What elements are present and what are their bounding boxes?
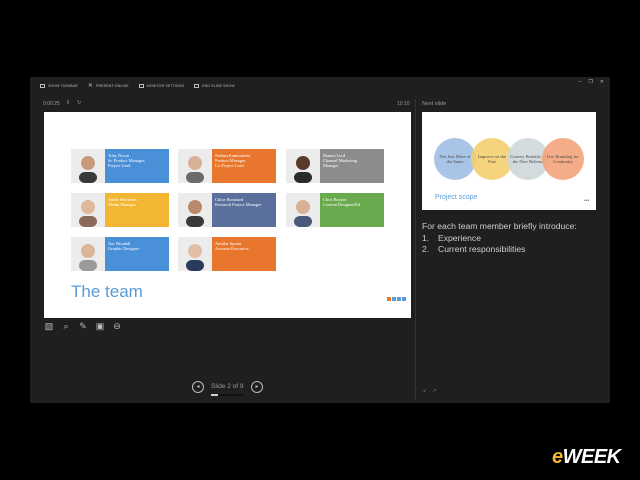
shrink-notes-icon[interactable]: ↙ [423,388,427,394]
dot [387,297,391,301]
team-member-card: Chloe Brouhard Research Project Manager [178,193,276,227]
present-online-button[interactable]: ✕ PRESENT ONLINE [88,77,129,95]
see-all-slides-icon[interactable]: ▧ [44,321,54,331]
slide-title: The team [71,282,143,301]
member-tile: Nathan Kaminaletta Product Manager, Co P… [212,149,276,183]
member-tile: Toby Nixon Sr. Product Manager, Project … [105,149,169,183]
notes-intro: For each team member briefly introduce: [422,221,577,231]
dot [397,297,401,301]
member-tile: Rianna Lord Channel Marketing Manager [320,149,384,183]
next-slide-preview[interactable]: Not Just More of the Same Improve on the… [422,112,596,210]
screenshot-frame: SHOW TASKBAR ✕ PRESENT ONLINE MONITOR SET… [0,0,640,480]
team-member-card: Nathan Kaminaletta Product Manager, Co P… [178,149,276,183]
notes-item: 2. Current responsibilities [422,244,526,255]
more-icon: ••• [584,198,590,204]
scope-circle: Not Just More of the Same [434,138,476,180]
member-photo [71,149,105,183]
window-controls: – ❐ ✕ [579,79,604,85]
member-tile: Aimilar Sporta Account Executive [212,237,276,271]
next-slide-button[interactable]: ▸ [251,381,263,393]
current-slide: Toby Nixon Sr. Product Manager, Project … [44,112,411,318]
next-slide-title: Project scope [435,194,478,201]
team-member-card: Chris Boyton Content Designer/Ed [286,193,384,227]
slide-tools: ▧ ⌕ ✎ ▣ ⊖ [44,321,122,331]
minimize-icon[interactable]: – [579,79,582,85]
monitor-settings-button[interactable]: MONITOR SETTINGS [138,77,184,95]
black-screen-icon[interactable]: ▣ [95,321,105,331]
present-online-icon: ✕ [87,83,93,89]
member-tile: Chloe Brouhard Research Project Manager [212,193,276,227]
restart-timer-icon[interactable]: ↻ [77,100,81,106]
pause-timer-icon[interactable]: ‖ [67,100,69,106]
presenter-view: SHOW TASKBAR ✕ PRESENT ONLINE MONITOR SET… [30,77,610,403]
speaker-notes[interactable]: For each team member briefly introduce: … [422,221,602,256]
pen-icon[interactable]: ✎ [78,321,88,331]
monitor-icon [138,84,144,88]
show-taskbar-button[interactable]: SHOW TASKBAR [40,77,78,95]
zoom-icon[interactable]: ⌕ [61,321,71,331]
dot [392,297,396,301]
slide-decoration-dots [387,297,406,301]
resize-controls: ↙ ↗ [423,388,436,394]
restore-icon[interactable]: ❐ [588,79,592,85]
slide-counter: Slide 2 of 9 [211,383,244,390]
slide-navigation: ◂ Slide 2 of 9 ▸ [192,381,264,396]
member-tile: Annie Herriman Media Manager [105,193,169,227]
eweek-logo: eWEEK [552,446,621,468]
team-member-card: Rianna Lord Channel Marketing Manager [286,149,384,183]
member-photo [178,193,212,227]
member-photo [71,193,105,227]
presenter-toolbar: SHOW TASKBAR ✕ PRESENT ONLINE MONITOR SET… [30,77,610,95]
next-slide-label: Next slide [422,101,447,107]
member-photo [286,193,320,227]
notes-item: 1. Experience [422,232,481,243]
team-member-card: Toby Nixon Sr. Product Manager, Project … [71,149,169,183]
member-photo [71,237,105,271]
taskbar-icon [40,84,45,88]
member-tile: Zac Woodall Graphic Designer [105,237,169,271]
clock: 10:10 [397,101,410,107]
slide-progress-fill [211,394,219,396]
member-photo [178,237,212,271]
scope-circle: Use Branding for Continuity [542,138,584,180]
pane-divider[interactable] [415,99,416,401]
team-member-card: Aimilar Sporta Account Executive [178,237,276,271]
previous-slide-button[interactable]: ◂ [192,381,204,393]
end-show-icon [194,84,200,88]
more-options-icon[interactable]: ⊖ [112,321,122,331]
member-photo [178,149,212,183]
dot [402,297,406,301]
close-icon[interactable]: ✕ [600,79,604,85]
enlarge-notes-icon[interactable]: ↗ [432,388,436,394]
team-member-card: Annie Herriman Media Manager [71,193,169,227]
member-tile: Chris Boyton Content Designer/Ed [320,193,384,227]
member-photo [286,149,320,183]
team-member-card: Zac Woodall Graphic Designer [71,237,169,271]
elapsed-timer: 0:00:25 [43,101,60,107]
end-slide-show-button[interactable]: END SLIDE SHOW [194,77,235,95]
slide-progress-bar [211,394,243,396]
